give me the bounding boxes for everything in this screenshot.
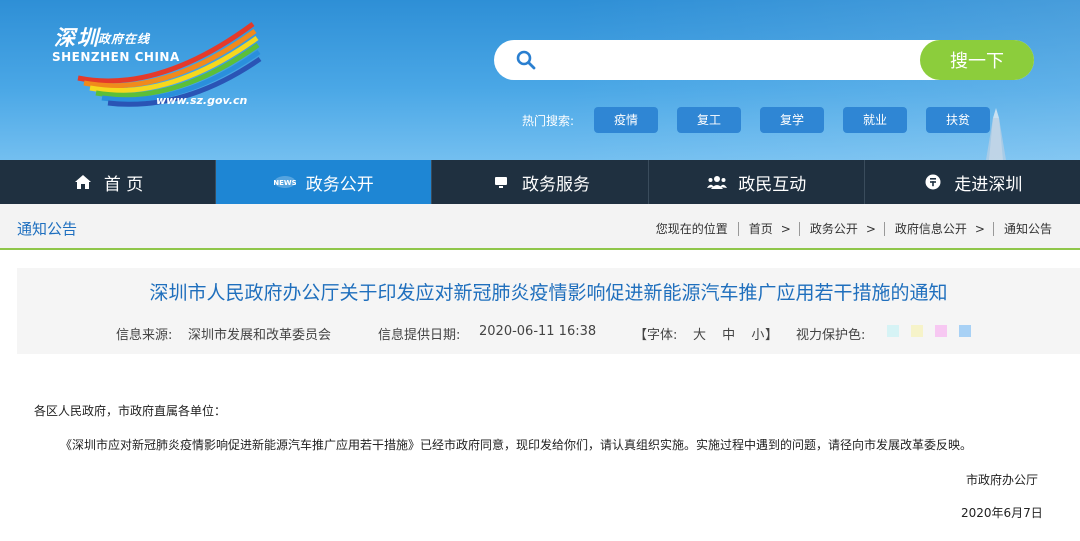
logo-chinese-subtext: 政府在线 bbox=[98, 32, 151, 46]
breadcrumb-link-home[interactable]: 首页 bbox=[749, 220, 773, 237]
skyscraper-icon bbox=[986, 108, 1006, 160]
article-title: 深圳市人民政府办公厅关于印发应对新冠肺炎疫情影响促进新能源汽车推广应用若干措施的… bbox=[149, 282, 948, 304]
nav-item-label: 政务服务 bbox=[522, 174, 590, 195]
nav-item-label: 走进深圳 bbox=[954, 174, 1023, 195]
hot-search-label: 热门搜索: bbox=[522, 114, 575, 128]
news-icon: NEWS bbox=[274, 173, 296, 191]
monitor-icon bbox=[490, 173, 512, 191]
article-header: 深圳市人民政府办公厅关于印发应对新冠肺炎疫情影响促进新能源汽车推广应用若干措施的… bbox=[17, 268, 1080, 354]
font-size-medium-button[interactable]: 中 bbox=[722, 324, 735, 343]
breadcrumb-separator: > bbox=[865, 221, 876, 236]
nav-item-public-interaction[interactable]: 政民互动 bbox=[649, 160, 865, 204]
search-button[interactable]: 搜一下 bbox=[920, 40, 1034, 80]
breadcrumb: 您现在的位置 首页 > 政务公开 > 政府信息公开 > 通知公告 bbox=[656, 220, 1052, 237]
breadcrumb-link-notices[interactable]: 通知公告 bbox=[1004, 220, 1052, 237]
info-icon bbox=[922, 173, 944, 191]
breadcrumb-divider bbox=[798, 221, 800, 236]
site-header: 深圳 政府在线 SHENZHEN CHINA www.sz.gov.cn 搜一下… bbox=[0, 0, 1080, 160]
breadcrumb-divider bbox=[737, 221, 739, 236]
breadcrumb-separator: > bbox=[974, 221, 985, 236]
nav-item-government-affairs[interactable]: NEWS 政务公开 bbox=[216, 160, 433, 204]
nav-item-home[interactable]: 首 页 bbox=[0, 160, 217, 204]
search-box: 搜一下 bbox=[494, 40, 1034, 80]
site-logo[interactable]: 深圳 政府在线 SHENZHEN CHINA www.sz.gov.cn bbox=[48, 16, 263, 116]
eye-color-swatch-pink[interactable] bbox=[935, 325, 947, 337]
body-salutation: 各区人民政府，市政府直属各单位： bbox=[34, 404, 227, 418]
source-label: 信息来源: bbox=[116, 328, 173, 343]
people-icon bbox=[706, 173, 728, 191]
nav-item-discover-shenzhen[interactable]: 走进深圳 bbox=[865, 160, 1080, 204]
breadcrumb-link-government-affairs[interactable]: 政务公开 bbox=[810, 220, 858, 237]
body-signature: 市政府办公厅 bbox=[966, 473, 1039, 487]
hot-search-tag[interactable]: 复学 bbox=[760, 107, 824, 133]
search-icon bbox=[516, 50, 536, 70]
source-value: 深圳市发展和改革委员会 bbox=[188, 328, 332, 343]
date-value: 2020-06-11 16:38 bbox=[479, 324, 597, 339]
hot-search-tag[interactable]: 就业 bbox=[843, 107, 907, 133]
breadcrumb-link-government-info[interactable]: 政府信息公开 bbox=[895, 220, 967, 237]
nav-item-label: 首 页 bbox=[103, 174, 144, 195]
logo-chinese-text: 深圳 bbox=[54, 25, 100, 50]
font-size-label: 【字体: bbox=[634, 328, 678, 343]
nav-item-label: 政民互动 bbox=[738, 174, 807, 195]
home-icon bbox=[72, 173, 94, 191]
date-label: 信息提供日期: bbox=[378, 328, 461, 343]
breadcrumb-divider bbox=[883, 221, 885, 236]
body-paragraph: 《深圳市应对新冠肺炎疫情影响促进新能源汽车推广应用若干措施》已经市政府同意，现印… bbox=[60, 438, 973, 452]
breadcrumb-separator: > bbox=[780, 221, 791, 236]
font-size-large-button[interactable]: 大 bbox=[693, 324, 706, 343]
logo-english-text: SHENZHEN CHINA bbox=[52, 50, 180, 64]
font-size-close-bracket: 】 bbox=[765, 328, 779, 343]
section-title[interactable]: 通知公告 bbox=[17, 218, 77, 239]
eye-color-swatch-cyan[interactable] bbox=[887, 325, 899, 337]
eye-color-swatch-yellow[interactable] bbox=[911, 325, 923, 337]
font-size-options: 大 中 小 bbox=[687, 324, 770, 343]
nav-item-government-services[interactable]: 政务服务 bbox=[432, 160, 649, 204]
svg-text:NEWS: NEWS bbox=[274, 179, 296, 187]
logo-url-text: www.sz.gov.cn bbox=[156, 94, 248, 107]
eye-color-swatch-blue[interactable] bbox=[959, 325, 971, 337]
breadcrumb-prefix: 您现在的位置 bbox=[655, 222, 728, 236]
main-nav: 首 页 NEWS 政务公开 政务服务 政民互动 走进深圳 bbox=[0, 160, 1080, 204]
body-sign-date: 2020年6月7日 bbox=[961, 506, 1043, 520]
eye-protection-label: 视力保护色: bbox=[796, 328, 866, 343]
nav-item-label: 政务公开 bbox=[305, 174, 374, 195]
hot-search-tag[interactable]: 疫情 bbox=[594, 107, 658, 133]
hot-search-tag[interactable]: 复工 bbox=[677, 107, 741, 133]
breadcrumb-divider bbox=[992, 221, 994, 236]
font-size-small-button[interactable]: 小 bbox=[751, 324, 764, 343]
breadcrumb-bar: 通知公告 您现在的位置 首页 > 政务公开 > 政府信息公开 > 通知公告 bbox=[0, 204, 1080, 250]
search-input[interactable] bbox=[544, 46, 904, 74]
